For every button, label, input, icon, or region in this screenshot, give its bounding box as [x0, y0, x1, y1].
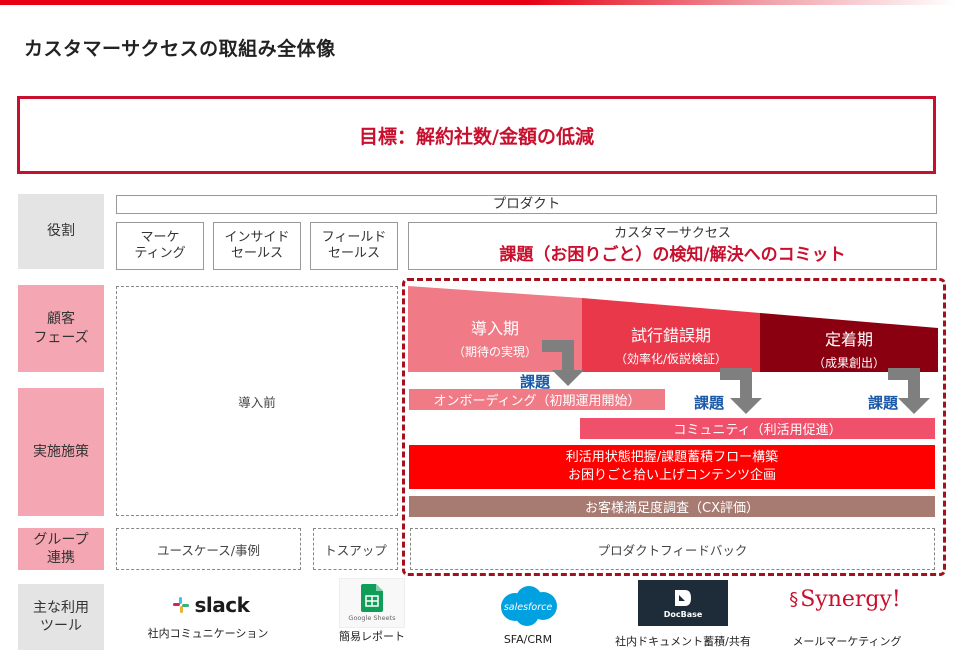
phase-settle: 定着期 （成果創出） [760, 326, 938, 370]
issue-label-settle: 課題 [868, 394, 899, 412]
measure-flow-line2: お困りごと拾い上げコンテンツ企画 [567, 468, 776, 483]
group-usecase: ユースケース/事例 [116, 528, 301, 570]
row-label-role-text: 役割 [47, 223, 75, 240]
slack-wordmark: slack [194, 593, 250, 617]
slack-icon [172, 597, 189, 613]
phase-trial-name: 試行錯誤期 [630, 325, 711, 345]
row-label-phase: 顧客 フェーズ [18, 285, 104, 372]
measure-survey-text: お客様満足度調査（CX評価） [585, 501, 759, 516]
measure-community: コミュニティ（利活用促進） [580, 418, 935, 439]
synergy-wordmark: Synergy! [800, 586, 901, 612]
phase-settle-sub: （成果創出） [812, 355, 885, 370]
sheets-wordmark: Google Sheets [348, 614, 396, 622]
goal-text: 目標：解約社数/金額の低減 [359, 125, 594, 148]
phase-trial: 試行錯誤期 （効率化/仮説検証） [582, 321, 760, 367]
pre-intro-area: 導入前 [116, 286, 398, 516]
docbase-icon [675, 590, 691, 606]
tool-synergy-label: メールマーケティング [792, 635, 902, 648]
row-label-role: 役割 [18, 194, 104, 269]
top-accent-bar [0, 0, 956, 5]
group-toss-up: トスアップ [313, 528, 398, 570]
docbase-wordmark: DocBase [663, 610, 703, 619]
measure-flow-line1: 利活用状態把握/課題蓄積フロー構築 [565, 450, 779, 466]
measure-survey: お客様満足度調査（CX評価） [409, 496, 935, 517]
role-field-sales: フィールド セールス [310, 222, 398, 270]
measure-flow: 利活用状態把握/課題蓄積フロー構築 お困りごと拾い上げコンテンツ企画 [409, 445, 935, 489]
row-label-tools: 主な利用 ツール [18, 584, 104, 650]
measure-onboarding-text: オンボーディング（初期運用開始） [433, 394, 641, 409]
role-inside-sales-text: インサイド セールス [224, 229, 290, 261]
group-toss-up-text: トスアップ [324, 542, 387, 558]
group-feedback-text: プロダクトフィードバック [597, 542, 748, 558]
tool-docbase-label: 社内ドキュメント蓄積/共有 [615, 635, 751, 648]
tool-sheets-label: 簡易レポート [339, 630, 405, 643]
sheets-icon [361, 584, 383, 612]
measure-onboarding: オンボーディング（初期運用開始） [409, 389, 665, 410]
salesforce-logo: salesforce [497, 585, 559, 629]
cs-subtitle: カスタマーサクセス [614, 225, 731, 241]
salesforce-wordmark: salesforce [503, 601, 553, 613]
role-inside-sales: インサイド セールス [213, 222, 301, 270]
page-title: カスタマーサクセスの取組み全体像 [24, 38, 336, 60]
role-customer-success: カスタマーサクセス 課題（お困りごと）の検知/解決へのコミット [408, 222, 937, 270]
group-feedback: プロダクトフィードバック [410, 528, 935, 570]
slack-logo: slack [170, 590, 250, 620]
synergy-logo: § Synergy! [789, 582, 901, 616]
issue-label-trial: 課題 [694, 394, 725, 412]
row-label-measures: 実施施策 [18, 388, 104, 516]
tool-salesforce-label: SFA/CRM [503, 633, 553, 646]
row-label-group: グループ 連携 [18, 528, 104, 570]
goal-box: 目標：解約社数/金額の低減 [17, 96, 936, 174]
phase-intro-sub: （期待の実現） [452, 344, 537, 359]
row-label-group-text: グループ 連携 [33, 531, 89, 566]
pre-intro-label: 導入前 [238, 394, 276, 410]
docbase-logo: DocBase [638, 580, 728, 626]
role-product: プロダクト [116, 195, 937, 214]
sheets-logo: Google Sheets [339, 578, 405, 628]
role-field-sales-text: フィールド セールス [321, 229, 387, 261]
arrow-down-icon [720, 368, 762, 414]
phase-intro-name: 導入期 [470, 318, 519, 338]
group-usecase-text: ユースケース/事例 [157, 542, 260, 558]
synergy-swirl-icon: § [789, 588, 799, 610]
phase-settle-name: 定着期 [824, 329, 873, 349]
tool-slack-label: 社内コミュニケーション [147, 627, 269, 640]
cs-mission: 課題（お困りごと）の検知/解決へのコミット [499, 245, 846, 265]
row-label-tools-text: 主な利用 ツール [33, 599, 89, 634]
measure-community-text: コミュニティ（利活用促進） [673, 423, 842, 438]
phase-trial-sub: （効率化/仮説検証） [614, 351, 728, 366]
role-marketing: マーケ ティング [116, 222, 204, 270]
row-label-phase-text: 顧客 フェーズ [33, 311, 89, 346]
role-marketing-text: マーケ ティング [134, 229, 186, 261]
role-product-text: プロダクト [492, 196, 561, 213]
row-label-measures-text: 実施施策 [33, 443, 89, 460]
